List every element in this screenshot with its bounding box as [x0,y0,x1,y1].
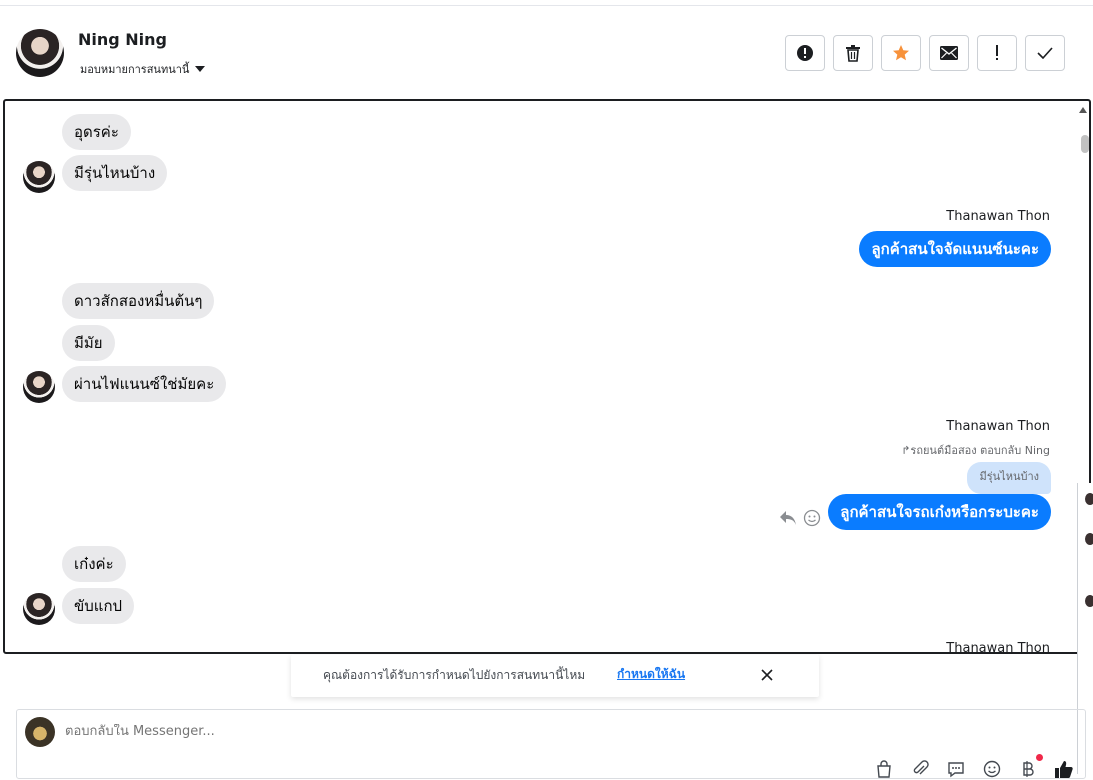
envelope-icon [940,46,958,60]
quoted-message[interactable]: มีรุ่นไหนบ้าง [967,462,1051,494]
sender-name: Thanawan Thon [946,209,1050,224]
check-icon [1037,47,1053,59]
reply-icon[interactable] [779,510,797,526]
chat-bubble-icon [948,762,964,778]
thumbs-up-icon [1055,761,1073,778]
contact-avatar-small [23,593,55,625]
delete-button[interactable] [833,35,873,71]
mark-unread-button[interactable] [929,35,969,71]
incoming-message[interactable]: ผ่านไฟแนนซ์ใช่มัยคะ [62,366,227,402]
assign-to-me-link[interactable]: กำหนดให้ฉัน [617,665,685,684]
quick-reply-button[interactable] [945,758,967,780]
reply-context: ↱รถยนต์มือสอง ตอบกลับ Ning [901,441,1050,459]
saved-replies-button[interactable] [873,758,895,780]
attach-button[interactable] [909,758,931,780]
contact-avatar-small [23,161,55,193]
assign-label: มอบหมายการสนทนานี้ [80,63,190,76]
sender-name: Thanawan Thon [946,419,1050,434]
incoming-message[interactable]: เก๋งค่ะ [62,546,126,582]
incoming-message[interactable]: อุดรค่ะ [62,114,131,150]
caret-down-icon [195,66,206,72]
star-button[interactable] [881,35,921,71]
smiley-icon [983,760,1001,778]
assign-dropdown[interactable]: มอบหมายการสนทนานี้ [80,60,206,78]
done-button[interactable] [1025,35,1065,71]
shopping-bag-icon [877,760,891,778]
scroll-thumb[interactable] [1081,135,1089,153]
outgoing-message[interactable]: ลูกค้าสนใจจัดแนนซ์นะคะ [859,231,1051,267]
scroll-up-arrow-icon[interactable] [1079,107,1087,113]
incoming-message[interactable]: ดาวสักสองหมื่นต้นๆ [62,283,215,319]
incoming-message[interactable]: มีรุ่นไหนบ้าง [62,155,168,191]
trash-icon [846,45,860,62]
reply-context-text: รถยนต์มือสอง ตอบกลับ Ning [910,444,1050,457]
assign-toast: คุณต้องการได้รับการกำหนดไปยังการสนทนานี้… [291,655,819,697]
panel-avatar[interactable] [1085,493,1093,505]
notification-dot [1036,754,1043,761]
exclamation-icon [996,45,998,60]
incoming-message[interactable]: ขับแกป [62,588,135,624]
like-button[interactable] [1053,758,1075,780]
alert-circle-icon [797,45,813,61]
message-composer [16,709,1086,779]
reply-input[interactable] [65,724,465,739]
header-actions [785,35,1065,71]
panel-avatar[interactable] [1085,533,1093,545]
contact-avatar[interactable] [16,29,64,77]
close-icon[interactable] [759,667,775,683]
toast-message: คุณต้องการได้รับการกำหนดไปยังการสนทนานี้… [323,668,586,682]
composer-tools [873,754,1075,780]
contact-avatar-small [23,371,55,403]
paperclip-icon [913,760,929,775]
payment-button[interactable] [1017,754,1043,780]
report-button[interactable] [785,35,825,71]
incoming-message[interactable]: มีมัย [62,325,115,361]
page-avatar [25,717,55,747]
contact-name[interactable]: Ning Ning [78,30,167,49]
baht-icon [1023,761,1034,777]
panel-avatar[interactable] [1085,595,1093,607]
react-icon[interactable] [803,509,821,527]
important-button[interactable] [977,35,1017,71]
emoji-button[interactable] [981,758,1003,780]
star-icon [893,45,909,61]
message-tools [779,509,821,527]
message-thread[interactable]: อุดรค่ะ มีรุ่นไหนบ้าง Thanawan Thon ลูกค… [3,99,1091,654]
sender-name: Thanawan Thon [946,641,1050,654]
conversation-header: Ning Ning มอบหมายการสนทนานี้ [0,6,1093,98]
outgoing-message[interactable]: ลูกค้าสนใจรถเก๋งหรือกระบะคะ [828,494,1051,530]
